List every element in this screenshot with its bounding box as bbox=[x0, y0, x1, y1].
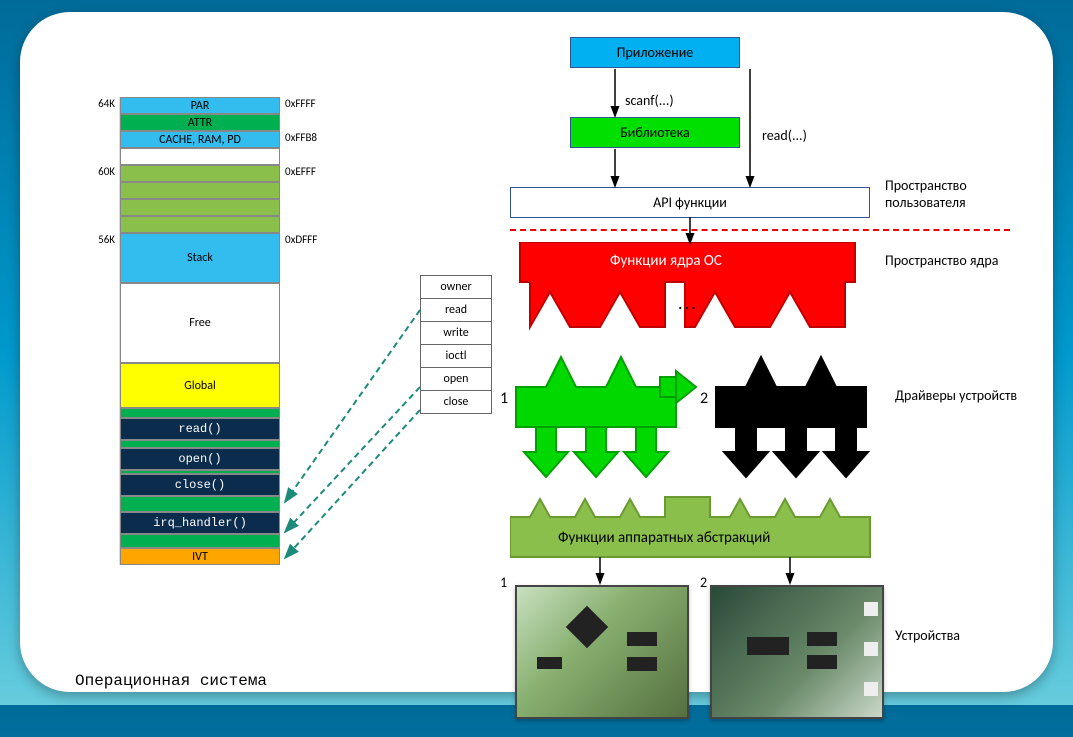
memmap-row: ATTR bbox=[80, 114, 320, 131]
memmap-row bbox=[80, 534, 320, 548]
memmap-row bbox=[80, 182, 320, 199]
memmap-row bbox=[80, 408, 320, 418]
driver-1-label: 1 bbox=[500, 389, 508, 408]
device-2-label: 2 bbox=[700, 574, 707, 591]
memmap-row: Global bbox=[80, 363, 320, 408]
memmap-row: 56KStack0xDFFF bbox=[80, 233, 320, 283]
memmap-row: 64KPAR0xFFFF bbox=[80, 97, 320, 114]
memmap-row bbox=[80, 199, 320, 216]
struct-table: ownerreadwriteioctlopenclose bbox=[420, 275, 492, 414]
memmap-row bbox=[80, 440, 320, 448]
memmap-row: CACHE, RAM, PD0xFFB8 bbox=[80, 131, 320, 148]
memory-map: 64KPAR0xFFFFATTRCACHE, RAM, PD0xFFB8 60K0… bbox=[80, 97, 320, 565]
memmap-row: irq_handler() bbox=[80, 512, 320, 534]
memmap-row: Free bbox=[80, 283, 320, 363]
struct-field: read bbox=[421, 299, 491, 322]
struct-field: close bbox=[421, 391, 491, 413]
struct-field: ioctl bbox=[421, 345, 491, 368]
device-1-label: 1 bbox=[500, 574, 507, 591]
memmap-row bbox=[80, 496, 320, 512]
memmap-row: open() bbox=[80, 448, 320, 470]
struct-field: open bbox=[421, 368, 491, 391]
diagram-card: 64KPAR0xFFFFATTRCACHE, RAM, PD0xFFB8 60K0… bbox=[20, 12, 1053, 692]
memmap-row: read() bbox=[80, 418, 320, 440]
struct-field: owner bbox=[421, 276, 491, 299]
memmap-row bbox=[80, 148, 320, 165]
os-title: Операционная система bbox=[75, 672, 267, 690]
device-image-2 bbox=[710, 585, 884, 719]
device-image-1 bbox=[515, 585, 689, 719]
struct-field: write bbox=[421, 322, 491, 345]
memmap-row bbox=[80, 216, 320, 233]
memmap-row: 60K0xEFFF bbox=[80, 165, 320, 182]
memmap-row: IVT bbox=[80, 548, 320, 565]
memmap-row: close() bbox=[80, 474, 320, 496]
